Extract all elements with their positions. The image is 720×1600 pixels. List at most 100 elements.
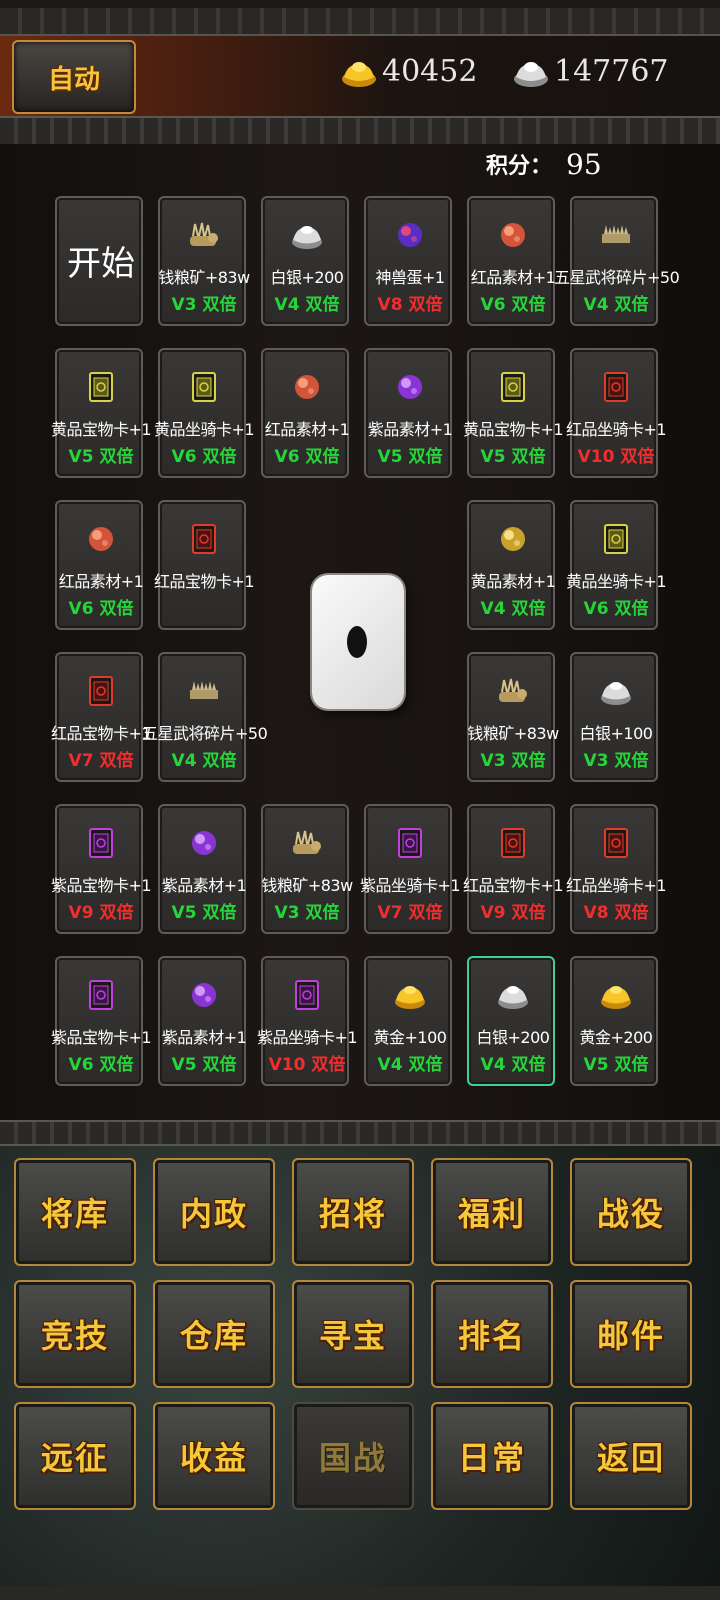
- auto-button[interactable]: 自动: [12, 40, 136, 114]
- board-bottom-border: [0, 1120, 720, 1146]
- board-cell[interactable]: 白银+200 V4 双倍: [261, 196, 349, 326]
- cell-vip-bonus: V3 双倍: [274, 903, 340, 923]
- menu-button[interactable]: 国战: [292, 1402, 414, 1510]
- board-cell[interactable]: 红品素材+1 V6 双倍: [261, 348, 350, 478]
- cell-vip-bonus: V4 双倍: [274, 295, 340, 315]
- grain-ore-icon: [499, 678, 527, 702]
- purple-gem-icon: [192, 983, 216, 1007]
- cell-reward-label: 红品坐骑卡+1: [565, 420, 667, 439]
- board-cell[interactable]: 神兽蛋+1 V8 双倍: [364, 196, 452, 326]
- board-cell[interactable]: 黄品宝物卡+1 V5 双倍: [51, 348, 152, 478]
- dice[interactable]: [312, 575, 404, 709]
- cell-vip-bonus: V5 双倍: [171, 903, 237, 923]
- menu-button[interactable]: 仓库: [153, 1280, 275, 1388]
- bottom-strip: [0, 1586, 720, 1600]
- board-cell[interactable]: 钱粮矿+83w V3 双倍: [158, 196, 250, 326]
- board-cell[interactable]: 紫品坐骑卡+1 V10 双倍: [257, 956, 358, 1086]
- board-cell[interactable]: 黄金+200 V5 双倍: [570, 956, 658, 1086]
- menu-button[interactable]: 将库: [14, 1158, 136, 1266]
- board-cell[interactable]: 黄品素材+1 V4 双倍: [467, 500, 556, 630]
- silver-ingot-icon: [292, 226, 322, 249]
- board-cell[interactable]: 红品坐骑卡+1 V8 双倍: [566, 804, 667, 934]
- yellow-mount-card-icon: [604, 524, 628, 554]
- cell-reward-label: 黄品坐骑卡+1: [565, 572, 667, 591]
- gold-ingot-icon: [601, 986, 631, 1009]
- cell-vip-bonus: V6 双倍: [480, 295, 546, 315]
- purple-card-icon: [89, 980, 113, 1010]
- gold-counter: 40452: [340, 54, 477, 89]
- red-mount-card-icon: [604, 372, 628, 402]
- menu-button[interactable]: 招将: [292, 1158, 414, 1266]
- board-cell[interactable]: 紫品素材+1 V5 双倍: [158, 956, 247, 1086]
- cell-vip-bonus: V10 双倍: [268, 1055, 346, 1075]
- menu-button[interactable]: 日常: [431, 1402, 553, 1510]
- menu-button[interactable]: 战役: [570, 1158, 692, 1266]
- cell-reward-label: 红品宝物卡+1: [153, 572, 255, 591]
- board-cell[interactable]: 五星武将碎片+50 V4 双倍: [554, 196, 680, 326]
- menu-button[interactable]: 内政: [153, 1158, 275, 1266]
- grain-ore-icon: [293, 830, 321, 854]
- board-cell[interactable]: 红品素材+1 V6 双倍: [467, 196, 556, 326]
- menu-button-label: 寻宝: [318, 1317, 387, 1355]
- score-value: 95: [566, 147, 602, 181]
- cell-vip-bonus: V4 双倍: [480, 1055, 546, 1075]
- cell-vip-bonus: V5 双倍: [68, 447, 134, 467]
- cell-reward-label: 红品坐骑卡+1: [565, 876, 667, 895]
- board-cell[interactable]: 红品宝物卡+1 V9 双倍: [463, 804, 564, 934]
- cell-vip-bonus: V7 双倍: [68, 751, 134, 771]
- menu-button-label: 战役: [596, 1195, 665, 1233]
- cell-vip-bonus: V3 双倍: [583, 751, 649, 771]
- board-cell[interactable]: 黄品坐骑卡+1 V6 双倍: [566, 500, 667, 630]
- menu-button[interactable]: 福利: [431, 1158, 553, 1266]
- board-cell[interactable]: 红品素材+1 V6 双倍: [55, 500, 144, 630]
- cell-vip-bonus: V9 双倍: [68, 903, 134, 923]
- cell-vip-bonus: V4 双倍: [480, 599, 546, 619]
- board-cell[interactable]: 紫品宝物卡+1 V9 双倍: [51, 804, 152, 934]
- board-cell[interactable]: 五星武将碎片+50 V4 双倍: [142, 652, 268, 782]
- silver-amount: 147767: [554, 54, 669, 89]
- silver-counter: 147767: [512, 54, 669, 89]
- board-cell[interactable]: 钱粮矿+83w V3 双倍: [467, 652, 559, 782]
- board-cell[interactable]: 紫品坐骑卡+1 V7 双倍: [360, 804, 461, 934]
- menu-button-label: 内政: [179, 1195, 248, 1233]
- top-strip: [0, 0, 720, 8]
- game-board: 积分： 95 开始 钱粮矿+83w V3 双倍 白银+200 V4 双倍 神兽蛋+1 V8…: [0, 144, 720, 1120]
- board-cell[interactable]: 紫品素材+1 V5 双倍: [364, 348, 453, 478]
- menu-button[interactable]: 竞技: [14, 1280, 136, 1388]
- board-cell[interactable]: 紫品宝物卡+1 V6 双倍: [51, 956, 152, 1086]
- menu-button[interactable]: 排名: [431, 1280, 553, 1388]
- red-card-icon: [501, 828, 525, 858]
- menu-button[interactable]: 返回: [570, 1402, 692, 1510]
- board-cell[interactable]: 红品宝物卡+1 V7 双倍: [51, 652, 152, 782]
- cell-reward-label: 黄金+200: [579, 1028, 653, 1047]
- board-cell[interactable]: 黄金+100 V4 双倍: [364, 956, 452, 1086]
- cell-vip-bonus: V6 双倍: [274, 447, 340, 467]
- menu-button[interactable]: 收益: [153, 1402, 275, 1510]
- menu-button-label: 邮件: [596, 1317, 665, 1355]
- menu-button-label: 返回: [596, 1439, 665, 1477]
- menu-button[interactable]: 寻宝: [292, 1280, 414, 1388]
- cell-vip-bonus: V5 双倍: [480, 447, 546, 467]
- cell-vip-bonus: V4 双倍: [377, 1055, 443, 1075]
- board-cell[interactable]: 黄品宝物卡+1 V5 双倍: [463, 348, 564, 478]
- board-cell[interactable]: 白银+100 V3 双倍: [570, 652, 658, 782]
- menu-button-label: 招将: [318, 1195, 387, 1233]
- menu-button[interactable]: 远征: [14, 1402, 136, 1510]
- cell-vip-bonus: V8 双倍: [377, 295, 443, 315]
- menu-button-label: 竞技: [40, 1317, 109, 1355]
- board-cell[interactable]: 紫品素材+1 V5 双倍: [158, 804, 247, 934]
- cell-vip-bonus: V4 双倍: [583, 295, 649, 315]
- board-cell[interactable]: 黄品坐骑卡+1 V6 双倍: [154, 348, 255, 478]
- header-bar: 自动 40452 147767: [0, 36, 720, 116]
- menu-button-label: 福利: [457, 1195, 526, 1233]
- cell-vip-bonus: V6 双倍: [583, 599, 649, 619]
- menu-button[interactable]: 邮件: [570, 1280, 692, 1388]
- board-cell[interactable]: 白银+200 V4 双倍: [467, 956, 555, 1086]
- purple-card-icon: [89, 828, 113, 858]
- start-cell[interactable]: 开始: [55, 196, 143, 326]
- purple-gem-icon: [398, 375, 422, 399]
- board-cell[interactable]: 红品宝物卡+1: [154, 500, 255, 630]
- board-cell[interactable]: 红品坐骑卡+1 V10 双倍: [566, 348, 667, 478]
- cell-vip-bonus: V4 双倍: [171, 751, 237, 771]
- board-cell[interactable]: 钱粮矿+83w V3 双倍: [261, 804, 353, 934]
